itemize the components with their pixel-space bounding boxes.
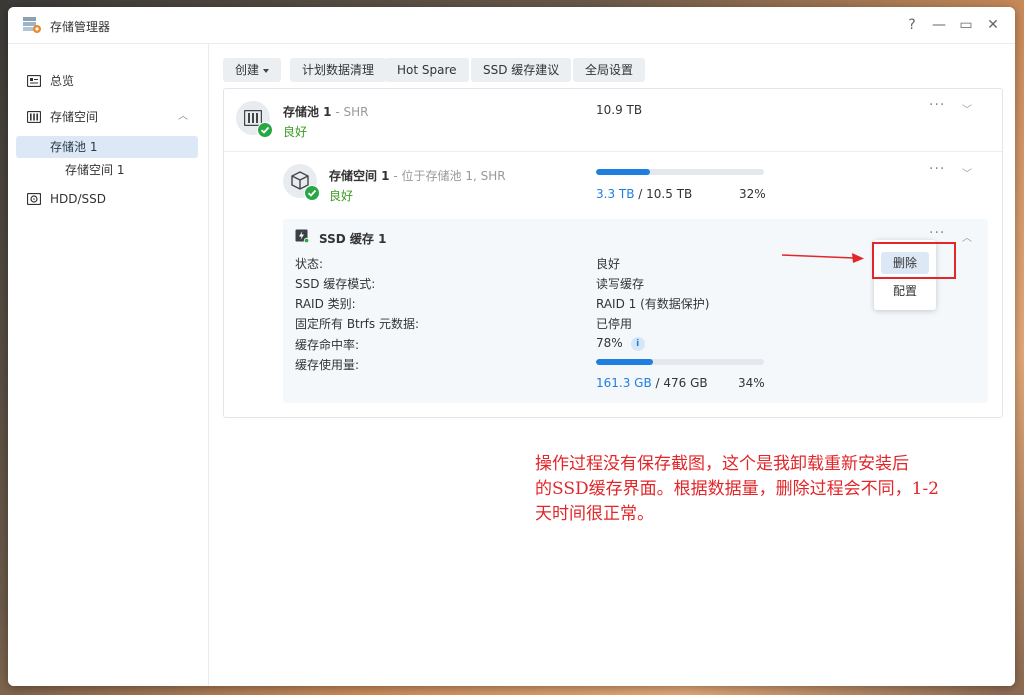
pool-chevron-down-icon[interactable]: ﹀	[962, 101, 972, 116]
annotation-highlight-box	[872, 242, 956, 279]
divider	[224, 151, 1002, 152]
status-ok-icon	[304, 185, 320, 201]
pool-header: 存储池 1 - SHR	[283, 103, 368, 120]
sidebar-item-label: HDD/SSD	[50, 192, 107, 206]
annotation-line: 操作过程没有保存截图，这个是我卸载重新安装后	[535, 454, 909, 474]
sidebar-item-label: 存储池 1	[50, 140, 98, 154]
annotation-text: 操作过程没有保存截图，这个是我卸载重新安装后 的SSD缓存界面。根据数据量，删除…	[535, 452, 1005, 527]
storage-manager-window: 存储管理器 ? — ▭ ✕ 总览 存储空间 ︿ 存储池 1 存储空间 1 HDD…	[8, 7, 1015, 686]
pool-status: 良好	[283, 125, 308, 139]
storage-manager-icon	[23, 17, 41, 33]
volume-status: 良好	[329, 189, 354, 203]
volume-header: 存储空间 1 - 位于存储池 1, SHR	[329, 167, 506, 184]
window-title: 存储管理器	[50, 20, 111, 34]
volume-percent: 32%	[739, 187, 766, 201]
pool-size: 10.9 TB	[596, 103, 643, 117]
sidebar-item-storage-pool-1[interactable]: 存储池 1	[16, 136, 198, 158]
pool-name: 存储池 1	[283, 105, 332, 119]
volume-name: 存储空间 1	[329, 169, 390, 183]
sidebar-item-storage[interactable]: 存储空间 ︿	[16, 105, 198, 129]
disk-icon	[27, 193, 41, 205]
storage-icon	[27, 111, 41, 123]
global-settings-button[interactable]: 全局设置	[573, 58, 646, 82]
ssd-cache-name: SSD 缓存 1	[319, 232, 387, 246]
close-button[interactable]: ✕	[984, 16, 1002, 34]
cache-total: / 476 GB	[655, 376, 708, 390]
title-bar: 存储管理器 ? — ▭ ✕	[8, 7, 1015, 44]
hit-rate-value: 78%	[596, 336, 623, 350]
ssd-cache-more-icon[interactable]: ···	[929, 225, 945, 241]
overview-icon	[27, 75, 41, 87]
volume-more-icon[interactable]: ···	[929, 161, 945, 177]
ssd-cache-icon	[295, 229, 309, 243]
minimize-button[interactable]: —	[930, 16, 948, 34]
raid-type-value: RAID 1 (有数据保护)	[596, 297, 710, 311]
volume-total: / 10.5 TB	[638, 187, 693, 201]
storage-pool-icon	[236, 101, 273, 138]
hit-rate-row: 78% i	[596, 336, 645, 351]
cache-usage-percent: 34%	[738, 376, 765, 390]
cache-mode-value: 读写缓存	[596, 277, 645, 291]
sidebar: 总览 存储空间 ︿ 存储池 1 存储空间 1 HDD/SSD	[8, 44, 209, 686]
btrfs-metadata-value: 已停用	[596, 317, 633, 331]
sidebar-item-overview[interactable]: 总览	[16, 69, 198, 93]
volume-chevron-down-icon[interactable]: ﹀	[962, 165, 972, 180]
hot-spare-button[interactable]: Hot Spare	[385, 58, 469, 82]
btrfs-metadata-label: 固定所有 Btrfs 元数据:	[295, 317, 420, 331]
sidebar-item-label: 存储空间 1	[65, 163, 125, 177]
cache-status-value: 良好	[596, 257, 621, 271]
cache-usage-fill	[596, 359, 654, 365]
volume-usage-bar	[596, 169, 764, 175]
sidebar-item-volume-1[interactable]: 存储空间 1	[16, 159, 198, 181]
cache-usage-bar	[596, 359, 764, 365]
sidebar-item-label: 总览	[50, 74, 75, 88]
cache-usage-label: 缓存使用量:	[295, 358, 360, 372]
volume-usage-text: 3.3 TB / 10.5 TB	[596, 187, 692, 201]
cache-used: 161.3 GB	[596, 376, 652, 390]
create-button[interactable]: 创建	[223, 58, 282, 82]
raid-type-label: RAID 类别:	[295, 297, 356, 311]
help-button[interactable]: ?	[903, 16, 921, 34]
menu-item-configure[interactable]: 配置	[881, 280, 929, 302]
pool-type: - SHR	[335, 105, 369, 119]
info-icon[interactable]: i	[630, 336, 645, 351]
annotation-arrow-icon	[781, 253, 864, 263]
main-content: 创建 计划数据清理 Hot Spare SSD 缓存建议 全局设置 存储池 1	[209, 44, 1015, 686]
volume-icon	[283, 164, 320, 201]
ssd-cache-advisor-button[interactable]: SSD 缓存建议	[471, 58, 572, 82]
annotation-line: 的SSD缓存界面。根据数据量，删除过程会不同，1-2	[535, 479, 939, 499]
caret-down-icon	[263, 68, 270, 73]
sidebar-item-hdd-ssd[interactable]: HDD/SSD	[16, 187, 198, 211]
scheduled-scrub-button[interactable]: 计划数据清理	[290, 58, 387, 82]
sidebar-item-label: 存储空间	[50, 110, 99, 124]
hit-rate-label: 缓存命中率:	[295, 338, 360, 352]
volume-location: - 位于存储池 1, SHR	[393, 169, 506, 183]
maximize-button[interactable]: ▭	[957, 16, 975, 34]
volume-used: 3.3 TB	[596, 187, 635, 201]
pool-more-icon[interactable]: ···	[929, 97, 945, 113]
chevron-up-icon[interactable]: ︿	[178, 105, 188, 129]
cache-usage-text: 161.3 GB / 476 GB	[596, 376, 708, 390]
cache-mode-label: SSD 缓存模式:	[295, 277, 376, 291]
cache-status-label: 状态:	[295, 257, 324, 271]
ssd-cache-chevron-up-icon[interactable]: ︿	[962, 229, 972, 244]
annotation-line: 天时间很正常。	[535, 504, 654, 524]
status-ok-icon	[257, 122, 273, 138]
create-button-label: 创建	[235, 63, 260, 77]
volume-usage-fill	[596, 169, 650, 175]
